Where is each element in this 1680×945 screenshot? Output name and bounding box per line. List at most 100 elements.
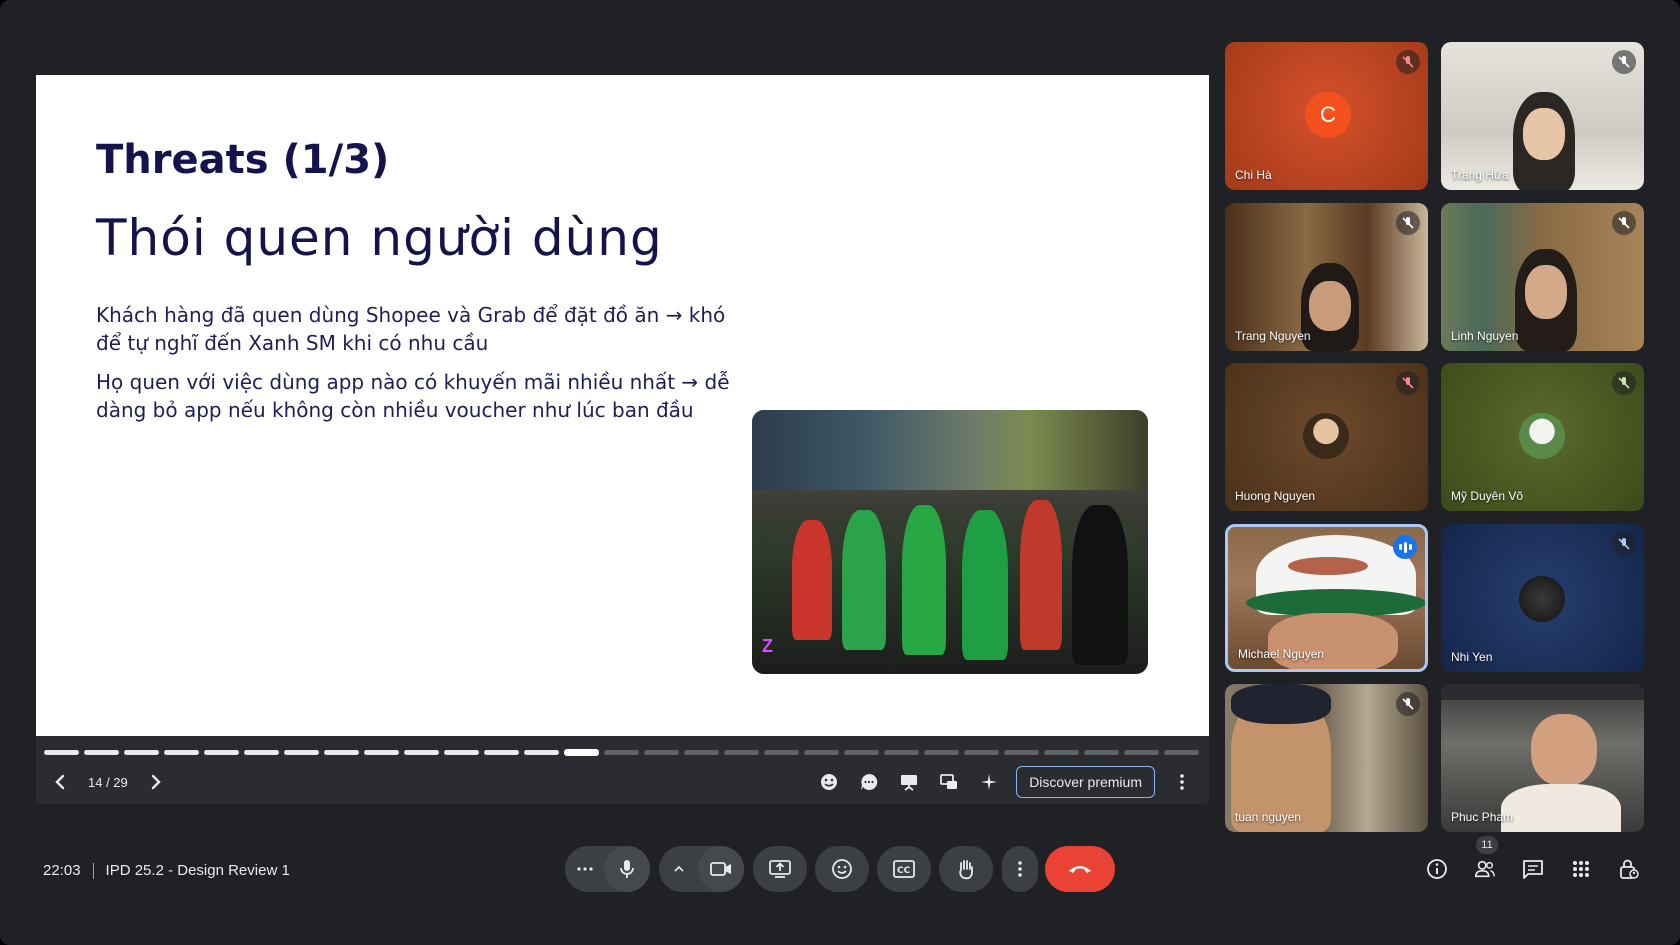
slide-progress-segment[interactable] <box>884 750 919 755</box>
slide-progress-segment[interactable] <box>404 750 439 755</box>
people-icon <box>1475 860 1495 878</box>
avatar <box>1519 413 1565 459</box>
chat-button[interactable] <box>1522 858 1544 880</box>
mic-off-icon <box>1618 377 1630 389</box>
camera-button[interactable] <box>697 846 744 892</box>
participant-tile-active-speaker[interactable]: Michael Nguyen <box>1225 524 1428 672</box>
mic-off-icon <box>1402 698 1414 710</box>
slide-progress-segment[interactable] <box>564 749 599 756</box>
more-vertical-icon <box>1180 774 1184 790</box>
layout-button[interactable] <box>936 769 962 795</box>
slide-progress-segment[interactable] <box>724 750 759 755</box>
chat-icon <box>1523 860 1543 879</box>
emoji-icon <box>832 859 852 879</box>
presenter-tools: Discover premium <box>816 766 1195 798</box>
participant-tile[interactable]: Huong Nguyen <box>1225 363 1428 511</box>
mic-muted-indicator <box>1396 692 1420 716</box>
mic-muted-indicator <box>1612 371 1636 395</box>
participant-tile[interactable]: tuan nguyen <box>1225 684 1428 832</box>
chevron-right-icon <box>151 774 161 790</box>
slide-progress-segment[interactable] <box>964 750 999 755</box>
people-button[interactable]: 11 <box>1474 836 1498 880</box>
participant-tile[interactable]: Trang Hứa <box>1441 42 1644 190</box>
slide-progress-segment[interactable] <box>524 750 559 755</box>
participant-name: Trang Hứa <box>1451 168 1509 182</box>
participant-tile[interactable]: Phuc Pham <box>1441 684 1644 832</box>
qa-button[interactable] <box>856 769 882 795</box>
host-controls-button[interactable] <box>1618 858 1640 880</box>
meeting-control-bar: 22:03 IPD 25.2 - Design Review 1 CC 11 <box>0 836 1680 906</box>
activities-button[interactable] <box>1570 858 1592 880</box>
slide-progress-segment[interactable] <box>444 750 479 755</box>
slide-progress-segment[interactable] <box>164 750 199 755</box>
slide-progress-segment[interactable] <box>604 750 639 755</box>
video-camera-icon <box>709 862 731 876</box>
slide-progress-segment[interactable] <box>244 750 279 755</box>
effects-button[interactable] <box>976 769 1002 795</box>
meeting-details-button[interactable] <box>1426 858 1448 880</box>
delivery-drivers-photo: Z <box>752 410 1148 674</box>
slide-page-indicator: 14 / 29 <box>88 774 128 790</box>
leave-call-button[interactable] <box>1045 846 1115 892</box>
chevron-left-icon <box>55 774 65 790</box>
captions-button[interactable]: CC <box>877 846 931 892</box>
next-slide-button[interactable] <box>146 772 166 792</box>
slide-progress-segment[interactable] <box>764 750 799 755</box>
mic-muted-indicator <box>1612 532 1636 556</box>
mic-muted-indicator <box>1612 211 1636 235</box>
slide-progress-segment[interactable] <box>44 750 79 755</box>
more-options-button[interactable] <box>1002 846 1038 892</box>
slide-paragraph: Họ quen với việc dùng app nào có khuyến … <box>96 370 730 422</box>
slide-progress-segment[interactable] <box>684 750 719 755</box>
participant-tile[interactable]: Trang Nguyen <box>1225 203 1428 351</box>
slide-progress-segment[interactable] <box>364 750 399 755</box>
slide-progress-segment[interactable] <box>484 750 519 755</box>
participant-tile[interactable]: Linh Nguyen <box>1441 203 1644 351</box>
discover-premium-button[interactable]: Discover premium <box>1016 766 1155 798</box>
slide-progress-segment[interactable] <box>1084 750 1119 755</box>
microphone-icon <box>619 860 634 878</box>
participant-name: tuan nguyen <box>1235 810 1302 824</box>
avatar <box>1303 413 1349 459</box>
slide-progress-segment[interactable] <box>924 750 959 755</box>
microphone-button[interactable] <box>603 846 650 892</box>
raise-hand-button[interactable] <box>939 846 993 892</box>
camera-group <box>659 846 744 892</box>
audio-settings-button[interactable] <box>566 846 604 892</box>
reactions-button[interactable] <box>816 769 842 795</box>
emoji-reaction-button[interactable] <box>815 846 869 892</box>
slide-progress-segment[interactable] <box>644 750 679 755</box>
slide-progress-segment[interactable] <box>844 750 879 755</box>
video-settings-button[interactable] <box>660 846 698 892</box>
more-options-button[interactable] <box>1169 769 1195 795</box>
share-screen-button[interactable] <box>753 846 807 892</box>
slide-progress-segment[interactable] <box>124 750 159 755</box>
present-screen-icon <box>769 860 791 878</box>
participant-name: Chi Hà <box>1235 168 1272 182</box>
previous-slide-button[interactable] <box>50 772 70 792</box>
participant-tile[interactable]: C Chi Hà <box>1225 42 1428 190</box>
chevron-up-icon <box>673 865 684 872</box>
more-horizontal-icon <box>576 867 593 871</box>
mic-off-icon <box>1402 56 1414 68</box>
info-icon <box>1427 859 1447 879</box>
photo-watermark-logo: Z <box>762 636 773 656</box>
participant-name: Linh Nguyen <box>1451 329 1519 343</box>
participant-tile[interactable]: Nhi Yen <box>1441 524 1644 672</box>
slide-progress-segment[interactable] <box>804 750 839 755</box>
slide-progress-segment[interactable] <box>84 750 119 755</box>
slide-progress-segment[interactable] <box>1004 750 1039 755</box>
slide-progress-segment[interactable] <box>204 750 239 755</box>
slide-progress-segment[interactable] <box>1044 750 1079 755</box>
question-bubble-icon <box>861 773 878 790</box>
slide-progress-segment[interactable] <box>284 750 319 755</box>
participant-tile[interactable]: Mỹ Duyên Võ <box>1441 363 1644 511</box>
meet-window: Threats (1/3) Thói quen người dùng Khách… <box>0 0 1680 945</box>
slide-progress-segment[interactable] <box>1164 750 1199 755</box>
present-button[interactable] <box>896 769 922 795</box>
hand-icon <box>959 860 973 880</box>
mic-group <box>565 846 650 892</box>
slide-progress-segment[interactable] <box>324 750 359 755</box>
participant-name: Huong Nguyen <box>1235 489 1316 503</box>
slide-progress-segment[interactable] <box>1124 750 1159 755</box>
